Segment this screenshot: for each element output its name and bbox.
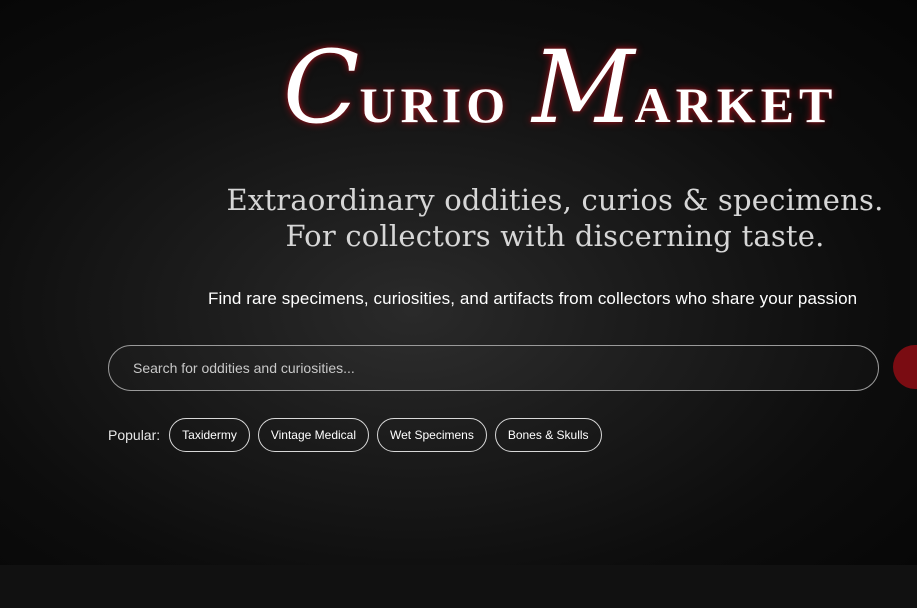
- next-section-strip: [0, 565, 917, 608]
- tagline-line-1: Extraordinary oddities, curios & specime…: [226, 183, 884, 217]
- logo-word-arket: ARKET: [634, 77, 838, 133]
- tag-bones-skulls[interactable]: Bones & Skulls: [494, 418, 602, 452]
- search-box: [108, 345, 879, 391]
- tag-wet-specimens[interactable]: Wet Specimens: [377, 418, 487, 452]
- popular-label: Popular:: [108, 427, 161, 443]
- logo-initial-c: C: [283, 29, 360, 146]
- hero-section: CURIO MARKET Extraordinary oddities, curi…: [0, 0, 917, 565]
- popular-searches: Popular: Taxidermy Vintage Medical Wet S…: [108, 417, 610, 453]
- tagline-line-2: For collectors with discerning taste.: [285, 219, 825, 253]
- logo-word-urio: URIO: [359, 77, 511, 133]
- hero-tagline: Extraordinary oddities, curios & specime…: [200, 182, 910, 254]
- search-button[interactable]: [893, 345, 917, 389]
- search-input[interactable]: [133, 346, 853, 390]
- logo-initial-m: M: [532, 29, 635, 146]
- tag-vintage-medical[interactable]: Vintage Medical: [257, 418, 370, 452]
- hero-subtitle: Find rare specimens, curiosities, and ar…: [208, 289, 858, 308]
- tag-taxidermy[interactable]: Taxidermy: [169, 418, 250, 452]
- site-logo[interactable]: CURIO MARKET: [283, 38, 837, 138]
